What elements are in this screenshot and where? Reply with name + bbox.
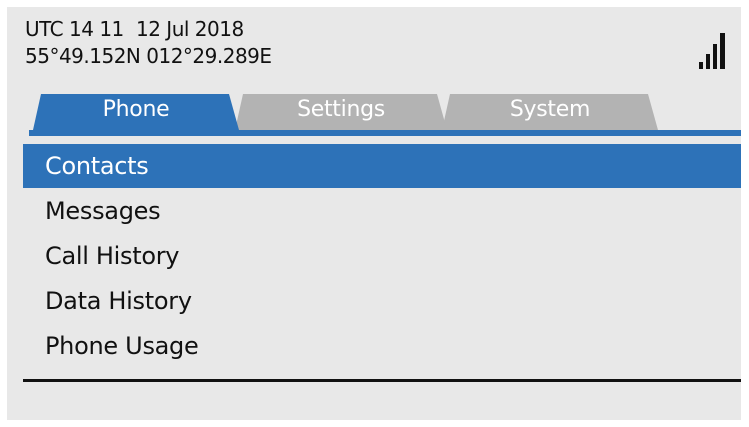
tab-underline [29, 130, 741, 136]
menu-item-call-history[interactable]: Call History [23, 234, 741, 278]
signal-bar-4 [720, 33, 725, 69]
date: 12 Jul 2018 [136, 17, 244, 41]
signal-bar-2 [706, 54, 710, 69]
tab-settings-label: Settings [297, 97, 385, 122]
utc-time: UTC 14 11 [25, 17, 124, 41]
signal-bar-3 [713, 44, 717, 69]
menu-item-data-history[interactable]: Data History [23, 279, 741, 323]
tab-phone-label: Phone [102, 97, 170, 122]
menu-item-contacts[interactable]: Contacts [23, 144, 741, 188]
tab-bar: System Settings Phone [27, 94, 741, 130]
signal-strength-icon [699, 33, 725, 69]
tab-settings[interactable]: Settings [235, 94, 447, 130]
bottom-divider [23, 379, 741, 382]
phone-display: UTC 14 11 12 Jul 2018 55°49.152N 012°29.… [7, 7, 741, 420]
gps-position: 55°49.152N 012°29.289E [25, 44, 272, 68]
menu-item-phone-usage[interactable]: Phone Usage [23, 324, 741, 368]
signal-bar-1 [699, 62, 703, 69]
phone-menu: Contacts Messages Call History Data Hist… [23, 144, 741, 368]
tab-system[interactable]: System [442, 94, 658, 130]
menu-item-messages[interactable]: Messages [23, 189, 741, 233]
tab-system-label: System [509, 97, 591, 122]
tab-phone[interactable]: Phone [33, 94, 239, 130]
